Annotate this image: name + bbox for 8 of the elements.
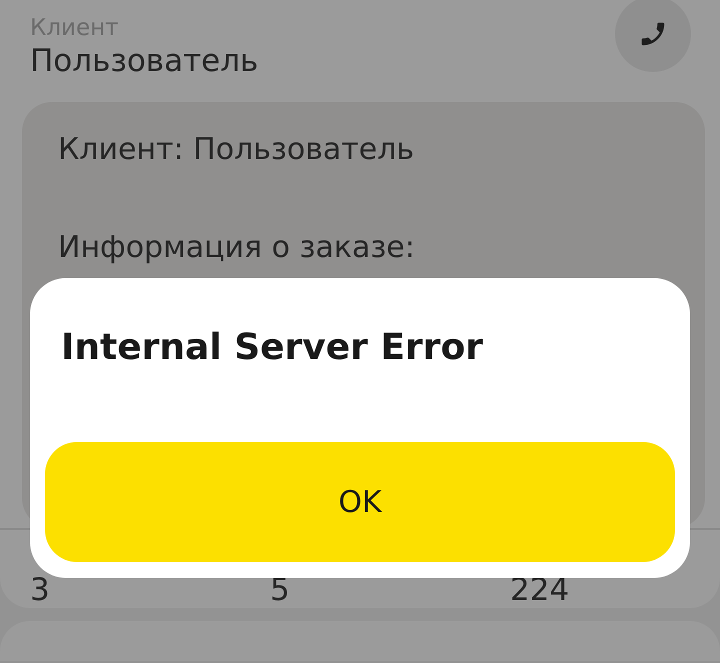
detail-value: 224 [510,572,570,608]
client-name: Пользователь [30,42,258,80]
detail-value: 3 [30,572,51,608]
detail-value: 5 [270,572,291,608]
dialog-title: Internal Server Error [60,326,484,370]
ok-button[interactable]: OK [45,442,675,562]
message-line: Клиент: Пользователь [58,132,416,168]
message-line: Информация о заказе: [58,230,416,266]
